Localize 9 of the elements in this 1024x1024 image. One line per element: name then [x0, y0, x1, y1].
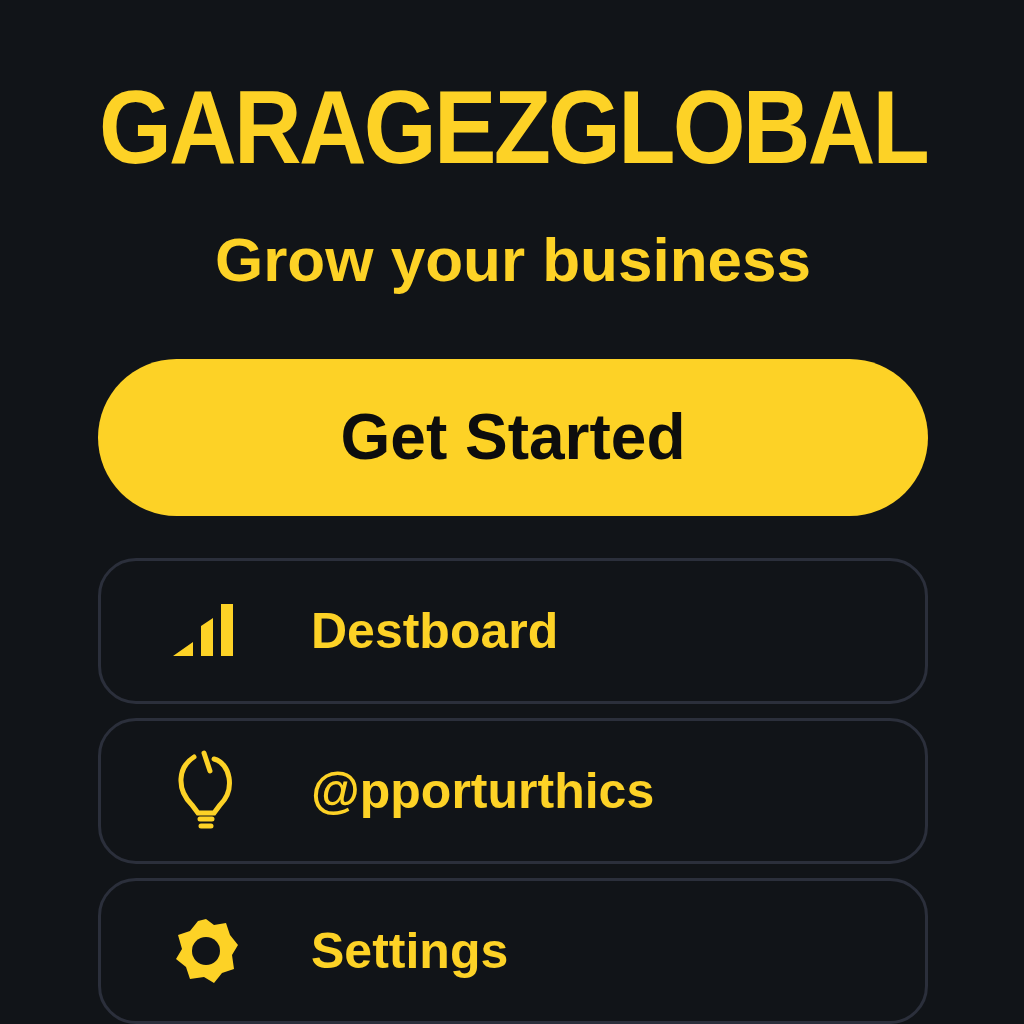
menu-item[interactable]: Settings [98, 878, 928, 1024]
menu-label: Destboard [311, 602, 559, 660]
get-started-button[interactable]: Get Started [98, 358, 928, 516]
tagline: Grow your business [215, 226, 811, 295]
menu-label: Settings [311, 922, 509, 980]
menu-label: @pporturthics [311, 762, 655, 820]
menu-item[interactable]: @pporturthics [98, 718, 928, 864]
menu-item[interactable]: Destboard [98, 558, 928, 704]
brand-logo: GARAGEZGLOBAL [98, 70, 928, 185]
